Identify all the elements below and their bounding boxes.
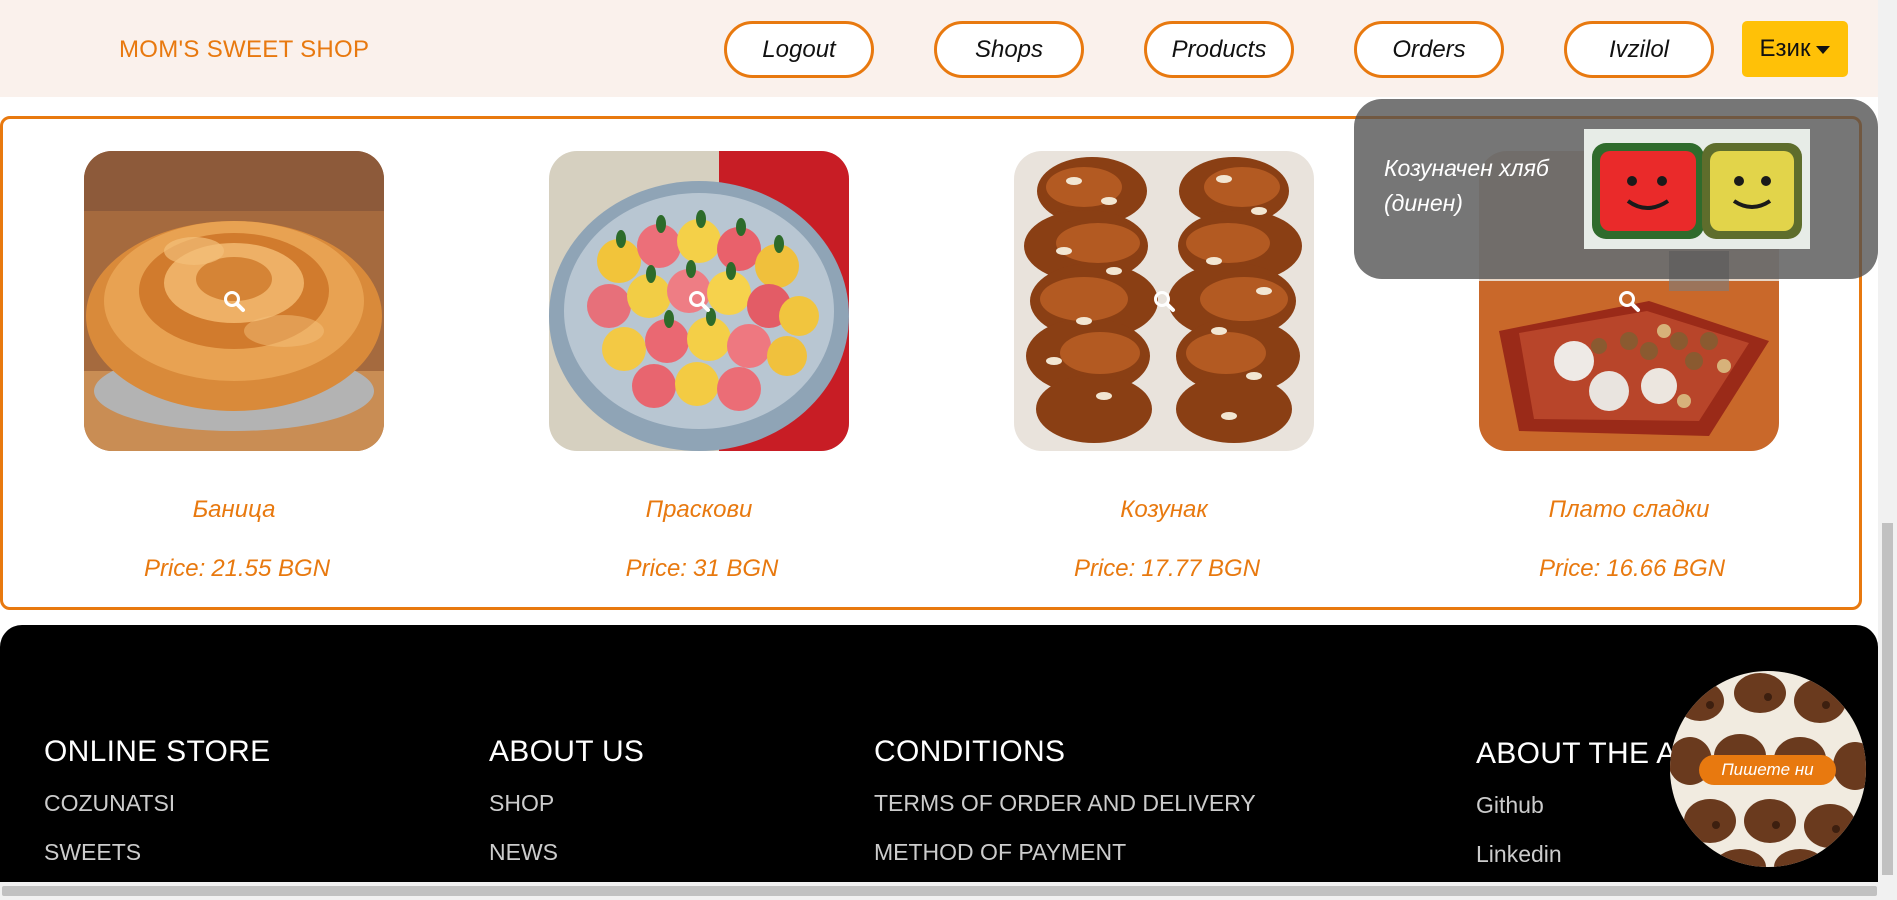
- orders-button[interactable]: Orders: [1354, 21, 1504, 78]
- product-card[interactable]: Козунак Price: 17.77 BGN: [1014, 151, 1314, 582]
- price-value: 17.77 BGN: [1141, 555, 1261, 582]
- product-card[interactable]: Праскови Price: 31 BGN: [549, 151, 849, 582]
- footer-conditions: CONDITIONS TERMS OF ORDER AND DELIVERY M…: [874, 735, 1256, 866]
- footer-link-github[interactable]: Github: [1476, 792, 1697, 819]
- footer-heading: CONDITIONS: [874, 735, 1066, 768]
- product-price: Price: 16.66 BGN: [1419, 555, 1839, 583]
- search-icon[interactable]: [222, 289, 246, 313]
- language-label: Език: [1759, 35, 1811, 62]
- footer-link-shop[interactable]: SHOP: [489, 790, 644, 817]
- product-image[interactable]: [549, 151, 849, 451]
- footer-heading: ONLINE STORE: [44, 735, 271, 768]
- product-image[interactable]: [84, 151, 384, 451]
- logout-button[interactable]: Logout: [724, 21, 874, 78]
- product-name[interactable]: Праскови: [489, 496, 909, 524]
- vertical-scrollbar[interactable]: [1878, 0, 1897, 882]
- footer-heading: ABOUT US: [489, 735, 645, 768]
- footer-about-us: ABOUT US SHOP NEWS: [489, 735, 644, 866]
- search-icon[interactable]: [1617, 289, 1641, 313]
- price-label: Price:: [143, 555, 206, 582]
- user-profile-button[interactable]: Ivzilol: [1564, 21, 1714, 78]
- horizontal-scrollbar[interactable]: [0, 882, 1897, 900]
- price-label: Price:: [1073, 555, 1136, 582]
- footer-link-sweets[interactable]: SWEETS: [44, 839, 270, 866]
- shops-button[interactable]: Shops: [934, 21, 1084, 78]
- footer-link-news[interactable]: NEWS: [489, 839, 644, 866]
- chat-write-us-button[interactable]: Пишете ни: [1699, 755, 1836, 785]
- page: MOM'S SWEET SHOP Logout Shops Products O…: [0, 0, 1897, 900]
- horizontal-scrollbar-thumb[interactable]: [2, 886, 1877, 896]
- popup-product-name: Козуначен хляб (динен): [1384, 155, 1549, 216]
- vertical-scrollbar-thumb[interactable]: [1882, 523, 1893, 875]
- price-value: 31 BGN: [692, 555, 779, 582]
- price-label: Price:: [1538, 555, 1601, 582]
- brand-logo-text[interactable]: MOM'S SWEET SHOP: [119, 36, 369, 64]
- footer-link-terms[interactable]: TERMS OF ORDER AND DELIVERY: [874, 790, 1256, 817]
- language-dropdown-button[interactable]: Език: [1742, 21, 1848, 77]
- footer: ONLINE STORE COZUNATSI SWEETS ABOUT US S…: [0, 625, 1878, 900]
- popup-product-image: [1584, 129, 1810, 249]
- product-price: Price: 31 BGN: [489, 555, 909, 583]
- product-name[interactable]: Козунак: [954, 496, 1374, 524]
- search-icon[interactable]: [1152, 289, 1176, 313]
- product-name[interactable]: Баница: [24, 496, 444, 524]
- product-price: Price: 17.77 BGN: [954, 555, 1374, 583]
- caret-down-icon: [1816, 46, 1831, 54]
- price-value: 16.66 BGN: [1606, 555, 1726, 582]
- footer-heading: ABOUT THE AP: [1476, 737, 1697, 770]
- product-image[interactable]: [1014, 151, 1314, 451]
- footer-online-store: ONLINE STORE COZUNATSI SWEETS: [44, 735, 270, 866]
- footer-about-app: ABOUT THE AP Github Linkedin: [1476, 737, 1697, 868]
- footer-link-payment[interactable]: METHOD OF PAYMENT: [874, 839, 1256, 866]
- price-value: 21.55 BGN: [211, 555, 331, 582]
- price-label: Price:: [625, 555, 687, 582]
- products-button[interactable]: Products: [1144, 21, 1294, 78]
- product-price: Price: 21.55 BGN: [24, 555, 444, 583]
- product-name[interactable]: Плато сладки: [1419, 496, 1839, 524]
- product-hover-popup[interactable]: Козуначен хляб (динен): [1354, 99, 1878, 279]
- footer-link-linkedin[interactable]: Linkedin: [1476, 841, 1697, 868]
- footer-link-cozunatsi[interactable]: COZUNATSI: [44, 790, 270, 817]
- top-navbar: MOM'S SWEET SHOP Logout Shops Products O…: [0, 0, 1878, 97]
- product-card[interactable]: Баница Price: 21.55 BGN: [84, 151, 384, 582]
- search-icon[interactable]: [687, 289, 711, 313]
